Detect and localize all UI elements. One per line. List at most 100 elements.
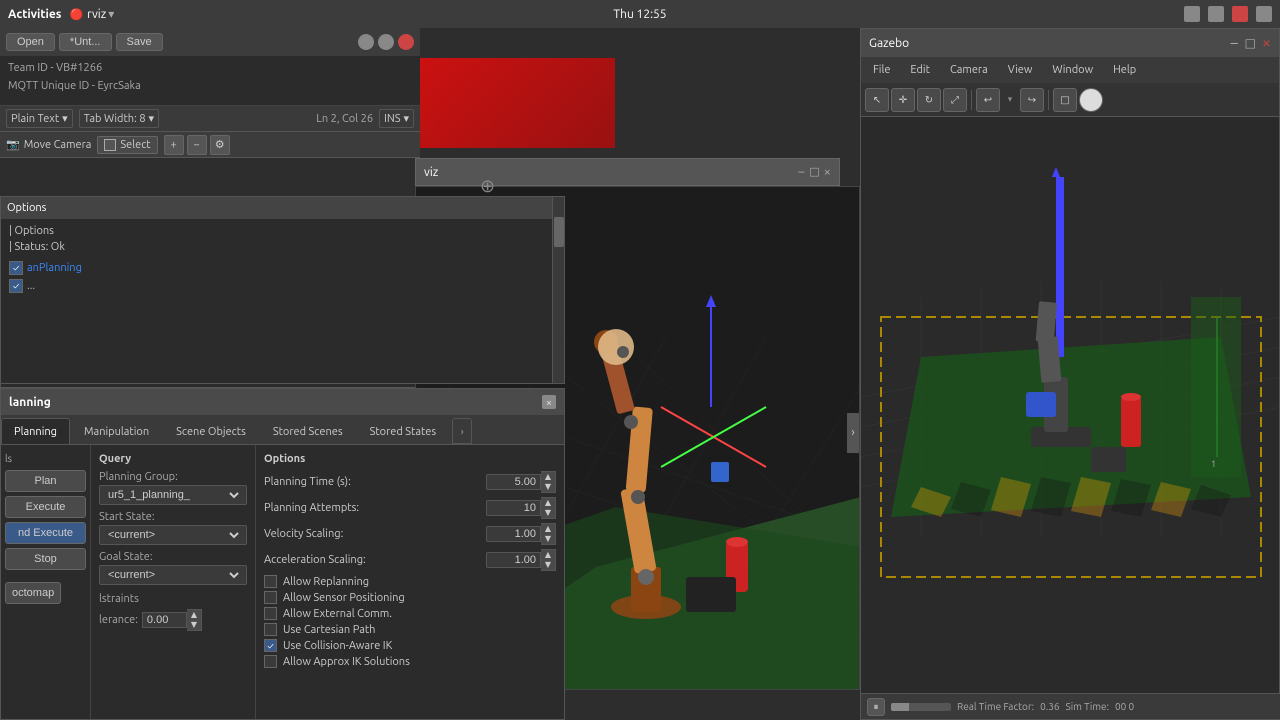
move-camera-button[interactable]: 📷 Move Camera bbox=[6, 138, 91, 151]
cb-checked-1[interactable]: ✓ bbox=[9, 261, 23, 275]
tab-more-button[interactable]: › bbox=[452, 418, 472, 444]
gazebo-menu-camera[interactable]: Camera bbox=[942, 62, 996, 78]
gazebo-menu-file[interactable]: File bbox=[865, 62, 898, 78]
gz-undo-dropdown[interactable]: ▾ bbox=[1002, 92, 1018, 108]
planning-time-input[interactable] bbox=[486, 474, 541, 490]
select-button[interactable]: Select bbox=[97, 136, 157, 154]
motion-panel-title: lanning bbox=[9, 396, 51, 409]
planning-attempts-up[interactable]: ▲ bbox=[541, 498, 555, 508]
tab-stored-states[interactable]: Stored States bbox=[357, 418, 450, 444]
ins-indicator: INS ▾ bbox=[379, 109, 414, 128]
gz-scale-tool[interactable]: ⤢ bbox=[943, 88, 967, 112]
tab-planning[interactable]: Planning bbox=[1, 418, 70, 444]
stop-button[interactable]: Stop bbox=[5, 548, 86, 570]
allow-approx-checkbox[interactable] bbox=[264, 655, 277, 668]
plan-execute-button[interactable]: nd Execute bbox=[5, 522, 86, 544]
svg-text:1: 1 bbox=[1211, 459, 1216, 469]
untitled-button[interactable]: *Unt... bbox=[59, 33, 112, 51]
tool-option-button[interactable]: ⚙ bbox=[210, 135, 230, 155]
gz-rotate-tool[interactable]: ↻ bbox=[917, 88, 941, 112]
tolerance-down[interactable]: ▼ bbox=[187, 620, 201, 630]
planning-attempts-down[interactable]: ▼ bbox=[541, 508, 555, 518]
acceleration-scaling-input[interactable] bbox=[486, 552, 541, 568]
gz-select-tool[interactable]: ↖ bbox=[865, 88, 889, 112]
app-dropdown[interactable]: ▾ bbox=[108, 7, 114, 21]
viz-window-controls: − □ × bbox=[798, 165, 831, 179]
viz-maximize[interactable]: □ bbox=[809, 165, 819, 179]
ins-label: INS bbox=[384, 113, 400, 125]
gazebo-minimize[interactable]: − bbox=[1230, 35, 1239, 51]
planning-time-down[interactable]: ▼ bbox=[541, 482, 555, 492]
tolerance-up[interactable]: ▲ bbox=[187, 610, 201, 620]
accel-up[interactable]: ▲ bbox=[541, 550, 555, 560]
sim-time-value: 00 0 bbox=[1115, 701, 1134, 712]
save-button[interactable]: Save bbox=[116, 33, 163, 51]
options-scrollbar[interactable] bbox=[552, 197, 564, 383]
activities-label[interactable]: Activities bbox=[8, 8, 61, 21]
allow-replanning-label: Allow Replanning bbox=[283, 576, 369, 588]
planning-group-select[interactable]: ur5_1_planning_ bbox=[104, 488, 242, 502]
tab-scene-objects[interactable]: Scene Objects bbox=[163, 418, 259, 444]
viz-collapse-right[interactable]: › bbox=[847, 413, 859, 453]
gazebo-maximize[interactable]: □ bbox=[1245, 36, 1256, 50]
panel-middle: Query Planning Group: ur5_1_planning_ St… bbox=[91, 445, 256, 719]
velocity-up[interactable]: ▲ bbox=[541, 524, 555, 534]
gazebo-menu-window[interactable]: Window bbox=[1044, 62, 1101, 78]
planning-attempts-input[interactable] bbox=[486, 500, 541, 516]
remove-tool-button[interactable]: − bbox=[187, 135, 207, 155]
ins-dropdown[interactable]: ▾ bbox=[403, 112, 409, 125]
velocity-down[interactable]: ▼ bbox=[541, 534, 555, 544]
pause-button[interactable]: ⏸ bbox=[867, 698, 885, 716]
gazebo-menu-view[interactable]: View bbox=[1000, 62, 1041, 78]
gz-undo-tool[interactable]: ↩ bbox=[976, 88, 1000, 112]
start-state-select[interactable]: <current> bbox=[104, 528, 242, 542]
gazebo-close[interactable]: × bbox=[1262, 35, 1271, 51]
allow-external-checkbox[interactable] bbox=[264, 607, 277, 620]
plan-button[interactable]: Plan bbox=[5, 470, 86, 492]
options-body: | Options | Status: Ok ✓ anPlanning ✓ ..… bbox=[1, 219, 564, 383]
planning-group-select-wrapper[interactable]: ur5_1_planning_ bbox=[99, 485, 247, 505]
open-button[interactable]: Open bbox=[6, 33, 55, 51]
accel-down[interactable]: ▼ bbox=[541, 560, 555, 570]
add-tool-button[interactable]: + bbox=[164, 135, 184, 155]
gazebo-menubar: File Edit Camera View Window Help bbox=[861, 57, 1279, 83]
options-checkbox-area: ✓ anPlanning ✓ ... bbox=[9, 261, 556, 293]
octomap-button[interactable]: octomap bbox=[5, 582, 61, 604]
constraints-label: lstraints bbox=[99, 593, 247, 605]
app-name-label[interactable]: rviz bbox=[87, 8, 106, 21]
goal-state-select-wrapper[interactable]: <current> bbox=[99, 565, 247, 585]
viz-minimize[interactable]: − bbox=[798, 165, 805, 179]
tolerance-input[interactable] bbox=[142, 612, 187, 628]
use-collision-checkbox[interactable]: ✓ bbox=[264, 639, 277, 652]
gz-box-tool[interactable]: □ bbox=[1053, 88, 1077, 112]
motion-panel-close[interactable]: × bbox=[542, 395, 556, 409]
close-button[interactable] bbox=[398, 34, 414, 50]
gazebo-menu-edit[interactable]: Edit bbox=[902, 62, 938, 78]
gazebo-window-controls: − □ × bbox=[1230, 35, 1271, 51]
velocity-scaling-input[interactable] bbox=[486, 526, 541, 542]
tab-width-dropdown[interactable]: ▾ bbox=[149, 112, 155, 125]
gazebo-toolbar: ↖ ✛ ↻ ⤢ ↩ ▾ ↪ □ ⚙ 👁 📋 🔗 ℹ bbox=[861, 83, 1279, 117]
execute-button[interactable]: Execute bbox=[5, 496, 86, 518]
start-state-select-wrapper[interactable]: <current> bbox=[99, 525, 247, 545]
option-link[interactable]: anPlanning bbox=[27, 262, 82, 274]
tab-manipulation[interactable]: Manipulation bbox=[71, 418, 162, 444]
planning-time-up[interactable]: ▲ bbox=[541, 472, 555, 482]
gz-redo-tool[interactable]: ↪ bbox=[1020, 88, 1044, 112]
allow-replanning-checkbox[interactable] bbox=[264, 575, 277, 588]
gz-translate-tool[interactable]: ✛ bbox=[891, 88, 915, 112]
tab-width-selector[interactable]: Tab Width: 8 ▾ bbox=[79, 109, 159, 128]
tab-stored-scenes[interactable]: Stored Scenes bbox=[260, 418, 356, 444]
goal-state-select[interactable]: <current> bbox=[104, 568, 242, 582]
maximize-button[interactable] bbox=[378, 34, 394, 50]
minimize-button[interactable] bbox=[358, 34, 374, 50]
viz-close[interactable]: × bbox=[824, 165, 831, 179]
plain-text-dropdown[interactable]: ▾ bbox=[62, 112, 68, 125]
cb-checked-2[interactable]: ✓ bbox=[9, 279, 23, 293]
allow-sensor-checkbox[interactable] bbox=[264, 591, 277, 604]
gz-sphere-tool[interactable] bbox=[1079, 88, 1103, 112]
plain-text-selector[interactable]: Plain Text ▾ bbox=[6, 109, 73, 128]
viz-title: viz bbox=[424, 166, 438, 179]
gazebo-menu-help[interactable]: Help bbox=[1105, 62, 1144, 78]
use-cartesian-checkbox[interactable] bbox=[264, 623, 277, 636]
